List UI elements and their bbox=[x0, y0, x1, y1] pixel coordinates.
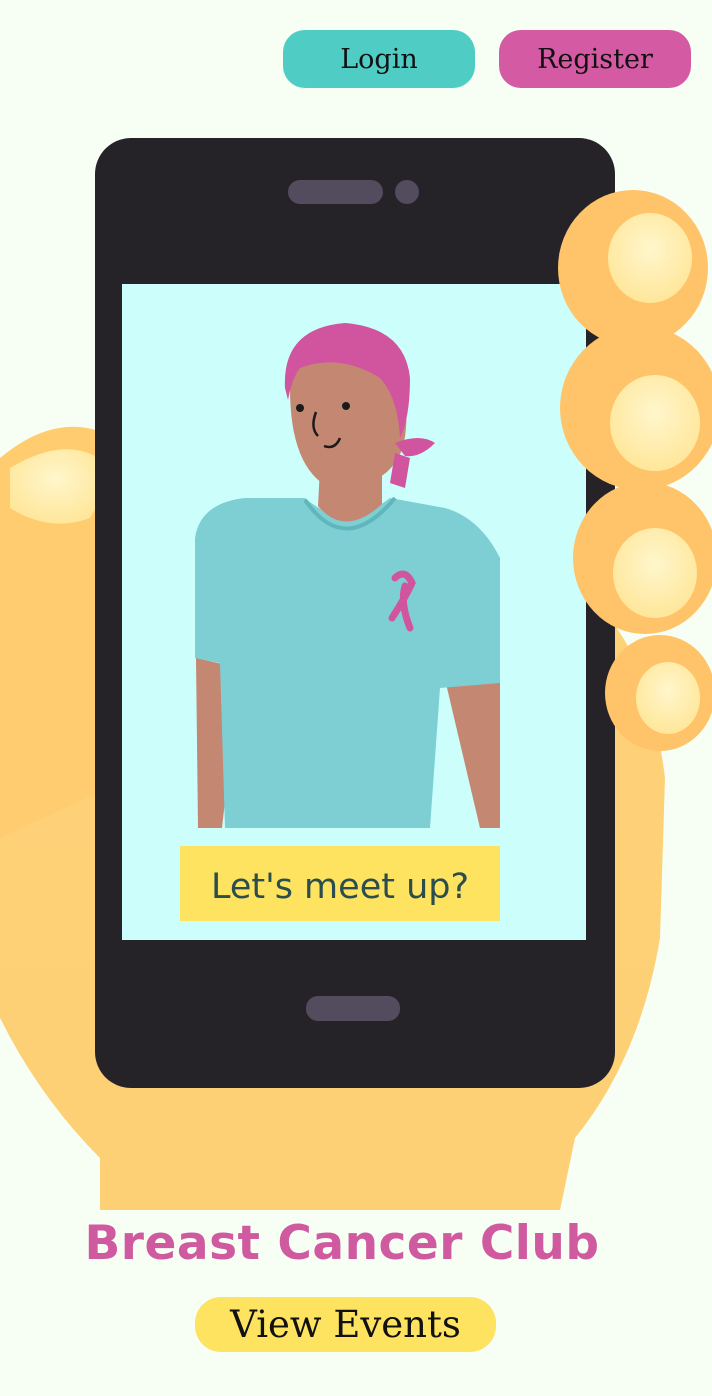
hero-illustration: Let's meet up? bbox=[0, 138, 712, 1210]
svg-text:Let's meet up?: Let's meet up? bbox=[211, 867, 469, 907]
club-title: Breast Cancer Club bbox=[84, 1216, 600, 1271]
view-events-button[interactable]: View Events bbox=[195, 1297, 496, 1352]
login-button[interactable]: Login bbox=[283, 30, 475, 88]
register-button[interactable]: Register bbox=[499, 30, 691, 88]
phone-caption: Let's meet up? bbox=[180, 846, 500, 921]
